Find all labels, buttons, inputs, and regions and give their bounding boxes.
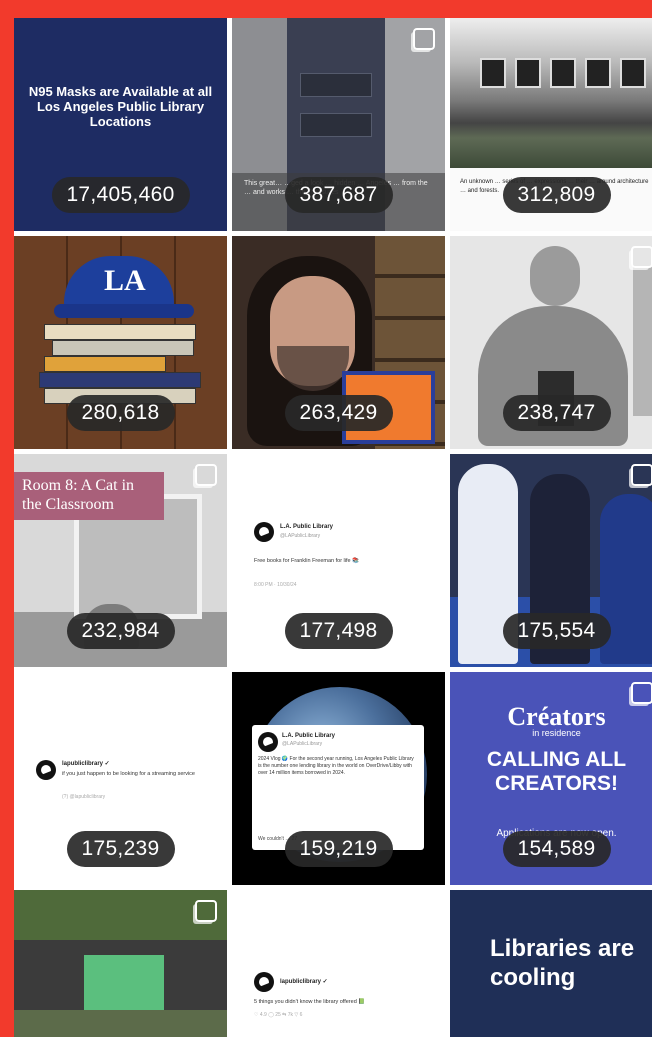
post-tile-vintage-building[interactable]: An unknown … series of … expressions … t… xyxy=(450,18,652,231)
carousel-icon xyxy=(413,28,435,50)
view-count-badge: 280,618 xyxy=(66,395,175,431)
carousel-icon xyxy=(195,464,217,486)
photo-window xyxy=(585,58,611,88)
tweet-handle: @LAPublicLibrary xyxy=(280,533,321,539)
post-title-banner: Room 8: A Cat in the Classroom xyxy=(14,472,164,520)
creators-subtitle: in residence xyxy=(532,728,581,738)
photo-window xyxy=(515,58,541,88)
post-tile-dodgers-books[interactable]: LA 280,618 xyxy=(14,236,227,449)
post-tile-threads-streaming[interactable]: lapubliclibrary ✓ if you just happen to … xyxy=(14,672,227,885)
post-text: N95 Masks are Available at all Los Angel… xyxy=(28,84,213,129)
post-author-name: lapubliclibrary ✓ xyxy=(280,979,328,985)
photo-book xyxy=(39,372,201,388)
photo-book xyxy=(44,324,196,340)
photo-entrance xyxy=(84,955,164,1010)
view-count-badge: 263,429 xyxy=(284,395,393,431)
photo-book xyxy=(44,356,166,372)
carousel-icon xyxy=(631,682,652,704)
post-tile-person-with-card[interactable]: 263,429 xyxy=(232,236,445,449)
post-meta: ♡ 4.9 ◯ 25 ⇆ 7k ▽ 6 xyxy=(254,1012,303,1018)
view-count-badge: 312,809 xyxy=(502,177,611,213)
photo-window xyxy=(480,58,506,88)
post-text: if you just happen to be looking for a s… xyxy=(62,771,195,777)
post-grid: N95 Masks are Available at all Los Angel… xyxy=(14,18,652,1037)
post-tile-room-8-cat[interactable]: Room 8: A Cat in the Classroom 232,984 xyxy=(14,454,227,667)
avatar xyxy=(36,760,56,780)
avatar xyxy=(258,732,278,752)
post-photo xyxy=(450,18,652,168)
photo-cap-brim xyxy=(54,304,194,318)
view-count-badge: 387,687 xyxy=(284,177,393,213)
photo-book xyxy=(52,340,194,356)
avatar xyxy=(254,522,274,542)
view-count-badge: 238,747 xyxy=(502,395,611,431)
post-tile-earth-tweet[interactable]: L.A. Public Library @LAPublicLibrary 202… xyxy=(232,672,445,885)
tweet-text: 2024 Vlog 🌍 For the second year running,… xyxy=(258,756,414,776)
photo-window xyxy=(550,58,576,88)
view-count-badge: 175,554 xyxy=(502,613,611,649)
photo-tree xyxy=(633,266,652,416)
post-tile-owl-building[interactable]: 238,747 xyxy=(450,236,652,449)
view-count-badge: 159,219 xyxy=(284,831,393,867)
tweet-meta: 8:00 PM · 10/30/24 xyxy=(254,582,297,588)
post-tile-creators-in-residence[interactable]: Créators in residence CALLING ALL CREATO… xyxy=(450,672,652,885)
post-tile-library-building[interactable] xyxy=(14,890,227,1037)
carousel-icon xyxy=(195,900,217,922)
post-tile-closet[interactable]: This great… …ged a look … hidden … Angel… xyxy=(232,18,445,231)
post-author-name: lapubliclibrary ✓ xyxy=(62,761,110,767)
post-tile-threads-five-things[interactable]: lapubliclibrary ✓ 5 things you didn't kn… xyxy=(232,890,445,1037)
creators-headline: CALLING ALL CREATORS! xyxy=(486,748,627,795)
carousel-icon xyxy=(631,464,652,486)
view-count-badge: 177,498 xyxy=(284,613,393,649)
post-tile-libraries-cooling[interactable]: Libraries are cooling xyxy=(450,890,652,1037)
post-tile-performers[interactable]: 175,554 xyxy=(450,454,652,667)
view-count-badge: 17,405,460 xyxy=(51,177,190,213)
tweet-text: Free books for Franklin Freeman for life… xyxy=(254,558,359,564)
post-tile-n95-masks[interactable]: N95 Masks are Available at all Los Angel… xyxy=(14,18,227,231)
post-tile-tweet-free-books[interactable]: L.A. Public Library @LAPublicLibrary Fre… xyxy=(232,454,445,667)
photo-owl-head xyxy=(530,246,580,306)
view-count-badge: 175,239 xyxy=(66,831,175,867)
tweet-handle: @LAPublicLibrary xyxy=(282,741,323,747)
post-text: 5 things you didn't know the library off… xyxy=(254,999,366,1005)
view-count-badge: 232,984 xyxy=(66,613,175,649)
photo-window xyxy=(620,58,646,88)
tweet-author-name: L.A. Public Library xyxy=(280,524,334,530)
photo-shelf xyxy=(300,113,372,137)
post-meta: (?) @lapubliclibrary xyxy=(62,794,106,800)
post-text: Libraries are cooling xyxy=(490,935,635,991)
carousel-icon xyxy=(631,246,652,268)
view-count-badge: 154,589 xyxy=(502,831,611,867)
avatar xyxy=(254,972,274,992)
photo-shelf xyxy=(300,73,372,97)
la-logo: LA xyxy=(104,264,146,297)
tweet-author-name: L.A. Public Library xyxy=(282,733,336,739)
